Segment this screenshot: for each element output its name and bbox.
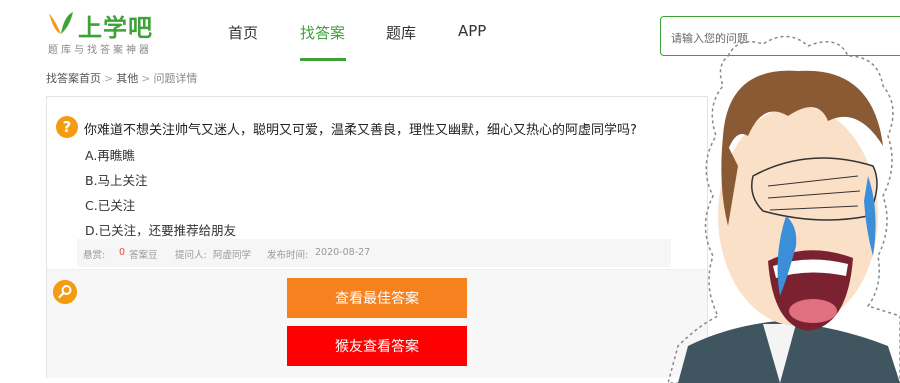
logo-title: 上学吧 (78, 14, 153, 42)
date-label: 发布时间: (267, 250, 309, 261)
nav-item-app[interactable]: APP (458, 22, 486, 40)
crying-boy-illustration (668, 35, 900, 383)
breadcrumb-category[interactable]: 其他 (116, 72, 138, 85)
answer-area: 查看最佳答案 猴友查看答案 (47, 269, 707, 378)
reward-unit: 答案豆 (129, 250, 158, 261)
option-a: A.再瞧瞧 (85, 148, 135, 163)
reward-value: 0 (119, 247, 126, 258)
logo[interactable]: 上学吧 题库与找答案神器 (44, 8, 174, 58)
nav-item-question-bank[interactable]: 题库 (386, 22, 416, 43)
publish-date: 2020-08-27 (315, 247, 371, 258)
question-mark-icon: ? (56, 116, 78, 138)
search-icon (53, 280, 77, 304)
reward-label: 悬赏: (83, 250, 106, 261)
view-best-answer-button[interactable]: 查看最佳答案 (287, 278, 467, 318)
breadcrumb-current: 问题详情 (153, 72, 198, 85)
logo-leaf-icon (49, 12, 73, 34)
question-meta: 悬赏: 0 答案豆 提问人: 阿虚同学 发布时间: 2020-08-27 (77, 239, 671, 267)
friend-view-answer-button[interactable]: 猴友查看答案 (287, 326, 467, 366)
option-c: C.已关注 (85, 198, 136, 213)
logo-subtitle: 题库与找答案神器 (48, 45, 152, 56)
asker-label: 提问人: (175, 250, 207, 261)
question-card: ? 你难道不想关注帅气又迷人，聪明又可爱，温柔又善良，理性又幽默，细心又热心的阿… (46, 96, 708, 378)
option-d: D.已关注，还要推荐给朋友 (85, 223, 237, 238)
question-text: 你难道不想关注帅气又迷人，聪明又可爱，温柔又善良，理性又幽默，细心又热心的阿虚同… (84, 123, 637, 138)
option-b: B.马上关注 (85, 173, 148, 188)
nav-item-home[interactable]: 首页 (228, 22, 258, 43)
breadcrumb-separator: > (104, 72, 114, 85)
nav-item-find-answers[interactable]: 找答案 (300, 22, 345, 43)
asker-name[interactable]: 阿虚同学 (213, 247, 251, 261)
breadcrumb-home[interactable]: 找答案首页 (46, 72, 101, 85)
breadcrumb-separator: > (141, 72, 151, 85)
breadcrumb: 找答案首页 > 其他 > 问题详情 (46, 70, 197, 86)
nav-active-indicator (300, 58, 346, 61)
